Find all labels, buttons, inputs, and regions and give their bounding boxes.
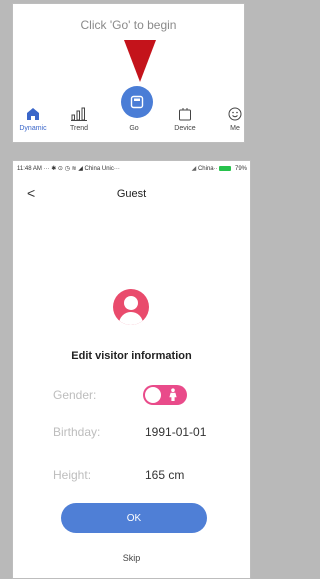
status-bar: 11:48 AM ··· ✱ ⊙ ◷ ≋ ◢ China Unic··· ◢ C…	[17, 165, 247, 175]
status-time: 11:48 AM	[17, 166, 42, 172]
skip-link[interactable]: Skip	[13, 553, 250, 563]
scale-icon	[130, 95, 144, 109]
female-icon	[169, 388, 177, 401]
toggle-knob	[145, 387, 161, 403]
page-header: < Guest	[13, 185, 250, 205]
red-arrow-icon	[124, 40, 156, 82]
battery-level: 79%	[234, 166, 247, 172]
tab-go-label: Go	[129, 125, 139, 132]
tab-me-label: Me	[230, 125, 240, 132]
home-icon	[13, 103, 53, 121]
instruction-text: Click 'Go' to begin	[80, 18, 177, 32]
tab-go[interactable]: Go	[114, 121, 154, 132]
tab-device[interactable]: Device	[165, 103, 205, 132]
status-carrier-2: China··	[197, 166, 218, 172]
top-app-panel: Click 'Go' to begin Dynamic Trend Go Dev…	[12, 3, 245, 143]
status-icons: ··· ✱ ⊙ ◷ ≋ ◢	[43, 166, 85, 172]
tab-trend-label: Trend	[69, 125, 89, 132]
tab-me[interactable]: Me	[215, 103, 255, 132]
trend-chart-icon	[59, 103, 99, 121]
device-icon	[165, 103, 205, 121]
tab-dynamic-label: Dynamic	[19, 125, 47, 132]
birthday-field[interactable]: 1991-01-01	[145, 425, 206, 439]
height-label: Height:	[53, 468, 92, 482]
battery-icon	[219, 165, 233, 172]
ok-button[interactable]: OK	[61, 503, 207, 533]
page-title: Guest	[116, 188, 147, 200]
section-title: Edit visitor information	[71, 350, 192, 362]
tab-device-label: Device	[174, 125, 196, 132]
smiley-icon	[215, 103, 255, 121]
avatar-icon	[113, 289, 149, 325]
go-button[interactable]	[121, 86, 153, 118]
gender-toggle[interactable]	[143, 385, 187, 405]
gender-label: Gender:	[53, 388, 97, 402]
status-carrier-1: China Unic···	[84, 166, 120, 172]
tab-dynamic[interactable]: Dynamic	[13, 103, 53, 132]
tab-trend[interactable]: Trend	[59, 103, 99, 132]
height-field[interactable]: 165 cm	[145, 468, 184, 482]
guest-screen: 11:48 AM ··· ✱ ⊙ ◷ ≋ ◢ China Unic··· ◢ C…	[12, 160, 251, 579]
birthday-label: Birthday:	[53, 425, 101, 439]
